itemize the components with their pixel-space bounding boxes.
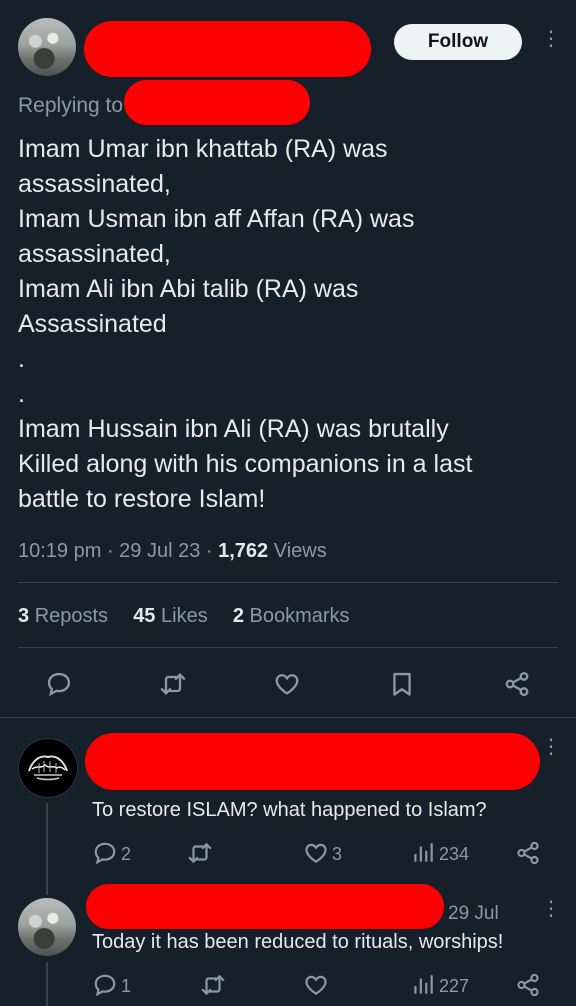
- reply-count: 1: [121, 976, 132, 996]
- tweet-line: Imam Umar ibn khattab (RA) was: [18, 135, 388, 163]
- reply-count: 2: [121, 844, 132, 864]
- kebab-menu-icon[interactable]: ⋮: [541, 899, 561, 919]
- share-icon[interactable]: [515, 972, 541, 998]
- bookmark-icon[interactable]: [388, 670, 416, 698]
- like-icon[interactable]: [303, 972, 329, 998]
- repost-icon[interactable]: [187, 840, 213, 866]
- tweet-meta: 10:19 pm · 29 Jul 23 · 1,762 Views: [18, 540, 327, 562]
- share-icon[interactable]: [503, 670, 531, 698]
- repost-icon[interactable]: [200, 972, 226, 998]
- tweet-text: Imam Umar ibn khattab (RA) was assassina…: [18, 132, 563, 517]
- calligraphy-logo-icon: [28, 755, 68, 781]
- author-avatar[interactable]: [18, 18, 76, 76]
- tweet-stats: 3 Reposts 45 Likes 2 Bookmarks: [18, 605, 350, 628]
- follow-button[interactable]: Follow: [394, 24, 522, 60]
- view-count: 234: [439, 844, 470, 864]
- like-count: 3: [332, 844, 343, 864]
- thread-line: [46, 803, 48, 895]
- reply-avatar[interactable]: [18, 738, 78, 798]
- reply-text: Today it has been reduced to rituals, wo…: [92, 931, 504, 953]
- redacted-reply-author: [86, 884, 444, 929]
- tweet-line: assassinated,: [18, 170, 171, 198]
- bookmarks-stat[interactable]: 2 Bookmarks: [233, 605, 350, 627]
- reply-icon[interactable]: [92, 840, 118, 866]
- tweet-line: Killed along with his companions in a la…: [18, 450, 473, 478]
- tweet-time[interactable]: 10:19 pm: [18, 540, 101, 562]
- reply-avatar[interactable]: [18, 898, 76, 956]
- tweet-line: Imam Ali ibn Abi talib (RA) was: [18, 275, 359, 303]
- reply-icon[interactable]: [92, 972, 118, 998]
- reply-icon[interactable]: [45, 670, 73, 698]
- tweet-line: battle to restore Islam!: [18, 485, 266, 513]
- repost-icon[interactable]: [159, 670, 187, 698]
- views-label: Views: [273, 540, 327, 562]
- kebab-menu-icon[interactable]: ⋮: [541, 29, 561, 49]
- views-icon[interactable]: [410, 840, 436, 866]
- tweet-line: Assassinated: [18, 310, 167, 338]
- tweet-line: .: [18, 380, 25, 408]
- redacted-replying-handle: [124, 80, 310, 125]
- thread-line: [46, 962, 48, 1006]
- reposts-stat[interactable]: 3 Reposts: [18, 605, 108, 627]
- views-count: 1,762: [218, 540, 269, 562]
- view-count: 227: [439, 976, 470, 996]
- like-icon[interactable]: [303, 840, 329, 866]
- replying-to-label: Replying to: [18, 94, 124, 117]
- divider: [18, 582, 558, 583]
- redacted-reply-author: [85, 733, 540, 790]
- reply-text: To restore ISLAM? what happened to Islam…: [92, 799, 487, 821]
- redacted-author-name: [84, 21, 371, 77]
- likes-stat[interactable]: 45 Likes: [133, 605, 208, 627]
- tweet-line: Imam Usman ibn aff Affan (RA) was: [18, 205, 415, 233]
- share-icon[interactable]: [515, 840, 541, 866]
- divider: [0, 717, 576, 718]
- reply-date[interactable]: 29 Jul: [448, 903, 499, 925]
- kebab-menu-icon[interactable]: ⋮: [541, 737, 561, 757]
- tweet-line: .: [18, 345, 25, 373]
- tweet-line: Imam Hussain ibn Ali (RA) was brutally: [18, 415, 449, 443]
- like-icon[interactable]: [273, 670, 301, 698]
- views-icon[interactable]: [410, 972, 436, 998]
- tweet-date[interactable]: 29 Jul 23: [119, 540, 200, 562]
- tweet-line: assassinated,: [18, 240, 171, 268]
- divider: [18, 647, 558, 648]
